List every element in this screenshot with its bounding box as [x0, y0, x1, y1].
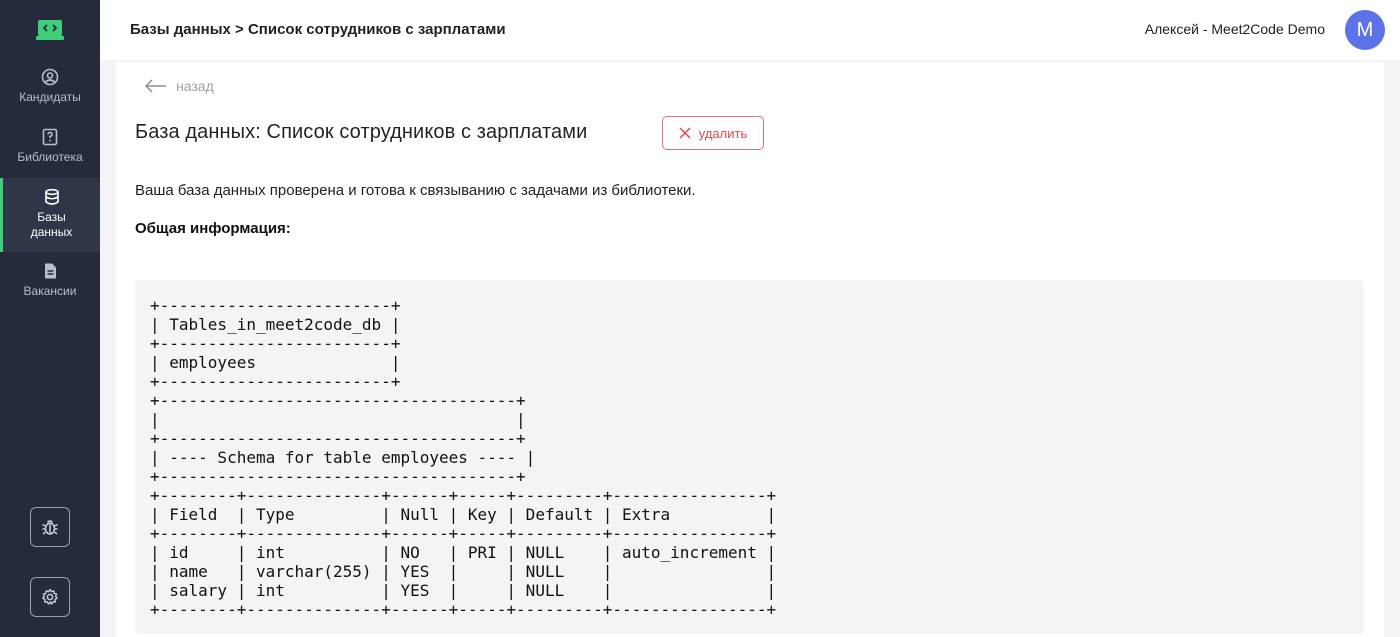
back-label: назад [176, 78, 214, 94]
database-icon [44, 188, 59, 205]
sidebar: Кандидаты Библиотека Базы данных Ваканси… [0, 0, 100, 637]
sidebar-item-candidates[interactable]: Кандидаты [0, 68, 100, 118]
close-icon [679, 127, 691, 139]
delete-label: удалить [698, 125, 748, 141]
sidebar-item-label: Базы данных [30, 210, 73, 239]
main-content: назад База данных: Список сотрудников с … [116, 62, 1384, 637]
user-name[interactable]: Алексей - Meet2Code Demo [1145, 21, 1325, 37]
schema-code-block: +------------------------+ | Tables_in_m… [135, 280, 1364, 634]
logo-icon[interactable] [36, 18, 64, 42]
status-text: Ваша база данных проверена и готова к св… [135, 182, 696, 199]
sidebar-item-library[interactable]: Библиотека [0, 128, 100, 178]
delete-button[interactable]: удалить [662, 116, 764, 150]
user-circle-icon [41, 68, 59, 86]
breadcrumb: Базы данных > Список сотрудников с зарпл… [130, 21, 506, 38]
gear-icon [42, 588, 58, 605]
schema-text: +------------------------+ | Tables_in_m… [150, 296, 777, 619]
bug-report-button[interactable] [30, 507, 70, 547]
question-book-icon [42, 128, 58, 146]
settings-button[interactable] [30, 577, 70, 617]
arrow-left-icon [144, 79, 166, 93]
section-label: Общая информация: [135, 220, 291, 237]
avatar[interactable]: M [1345, 10, 1385, 50]
back-link[interactable]: назад [144, 78, 214, 94]
sidebar-item-databases[interactable]: Базы данных [0, 178, 100, 252]
bug-icon [42, 520, 58, 535]
document-icon [45, 263, 56, 279]
sidebar-item-label: Кандидаты [19, 90, 81, 104]
top-bar: Базы данных > Список сотрудников с зарпл… [100, 0, 1400, 60]
sidebar-item-label: Вакансии [23, 284, 77, 298]
sidebar-item-vacancies[interactable]: Вакансии [0, 262, 100, 312]
sidebar-item-label: Библиотека [17, 150, 83, 164]
page-title: База данных: Список сотрудников с зарпла… [135, 121, 588, 143]
